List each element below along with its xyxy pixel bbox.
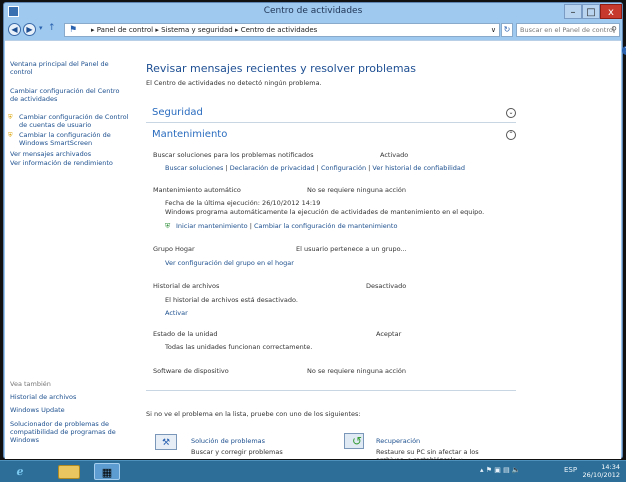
page-title: Revisar mensajes recientes y resolver pr…	[146, 62, 417, 75]
search-icon[interactable]: ⚲	[611, 24, 617, 36]
file-explorer-icon[interactable]	[58, 465, 80, 479]
auto-maintenance-desc: Windows programa automáticamente la ejec…	[165, 208, 485, 216]
clock[interactable]: 14:34 26/10/2012	[583, 463, 620, 479]
content-area: Ventana principal del Panel de control C…	[5, 40, 626, 464]
control-panel-taskbar-icon[interactable]: ▦	[94, 463, 120, 480]
sidebar-item-performance-info[interactable]: Ver información de rendimiento	[10, 159, 122, 167]
recovery-icon[interactable]: ↺	[342, 431, 370, 453]
divider	[146, 390, 516, 391]
see-also-file-history[interactable]: Historial de archivos	[10, 393, 122, 401]
language-indicator[interactable]: ESP	[564, 466, 577, 474]
reliability-history-link[interactable]: Ver historial de confiabilidad	[372, 164, 465, 172]
maintenance-links: Iniciar mantenimiento | Cambiar la confi…	[176, 222, 397, 230]
expand-chevron-icon[interactable]: ⌄	[506, 108, 516, 118]
breadcrumb: ▸ Panel de control ▸ Sistema y seguridad…	[91, 24, 317, 36]
problems-status: Activado	[380, 151, 409, 159]
uac-shield-icon: ⛨	[8, 114, 13, 121]
sidebar-item-smartscreen[interactable]: Cambiar la configuración de Windows Smar…	[19, 131, 131, 147]
breadcrumb-control-panel[interactable]: Panel de control	[97, 26, 153, 34]
control-panel-icon: ⚑	[69, 25, 78, 35]
settings-link[interactable]: Configuración	[321, 164, 366, 172]
drive-status-label: Estado de la unidad	[153, 330, 218, 338]
breadcrumb-separator: ▸	[234, 26, 239, 34]
uac-shield-icon: ⛨	[8, 132, 13, 139]
search-input[interactable]: Buscar en el Panel de control ⚲	[516, 23, 620, 37]
breadcrumb-system-security[interactable]: Sistema y seguridad	[161, 26, 233, 34]
taskbar: ℯ ▦ ▴ ⚑ ▣ ▤ 🔈 ESP 14:34 26/10/2012	[0, 460, 626, 482]
uac-shield-icon: ⛨	[165, 222, 171, 230]
breadcrumb-separator: ▸	[91, 26, 95, 34]
problems-label: Buscar soluciones para los problemas not…	[153, 151, 314, 159]
system-tray-icons[interactable]: ▴ ⚑ ▣ ▤ 🔈	[480, 466, 521, 474]
auto-maintenance-label: Mantenimiento automático	[153, 186, 241, 194]
sidebar-item-uac-settings[interactable]: Cambiar configuración de Control de cuen…	[19, 113, 131, 129]
see-also-windows-update[interactable]: Windows Update	[10, 406, 122, 414]
address-bar: ◀ ▶ ▾ ↑ ⚑ ▸ Panel de control ▸ Sistema y…	[4, 21, 622, 39]
file-history-desc: El historial de archivos está desactivad…	[165, 296, 298, 304]
divider	[146, 122, 516, 123]
title-bar[interactable]: Centro de actividades – □ x	[4, 3, 622, 21]
see-also-heading: Vea también	[10, 380, 51, 388]
link-separator: |	[368, 164, 371, 172]
section-maintenance[interactable]: Mantenimiento	[152, 129, 227, 140]
main-panel: ? Revisar mensajes recientes y resolver …	[136, 41, 626, 464]
sidebar: Ventana principal del Panel de control C…	[5, 41, 135, 459]
homegroup-label: Grupo Hogar	[153, 245, 195, 253]
sidebar-item-archived-messages[interactable]: Ver mensajes archivados	[10, 150, 122, 158]
maximize-button[interactable]: □	[582, 4, 600, 19]
address-field[interactable]: ⚑ ▸ Panel de control ▸ Sistema y segurid…	[64, 23, 500, 37]
auto-maintenance-status: No se requiere ninguna acción	[307, 186, 407, 194]
link-separator: |	[316, 164, 319, 172]
footer-text: Si no ve el problema en la lista, pruebe…	[146, 410, 361, 418]
troubleshoot-desc: Buscar y corregir problemas	[191, 448, 283, 456]
sidebar-home-link[interactable]: Ventana principal del Panel de control	[10, 60, 122, 76]
start-maintenance-link[interactable]: Iniciar mantenimiento	[176, 222, 248, 230]
see-also-compat-troubleshooter[interactable]: Solucionador de problemas de compatibili…	[10, 420, 130, 444]
file-history-status: Desactivado	[366, 282, 407, 290]
troubleshoot-icon[interactable]: ⚒	[153, 431, 181, 453]
recovery-link[interactable]: Recuperación	[376, 437, 420, 445]
recent-pages-icon[interactable]: ▾	[39, 24, 43, 32]
troubleshoot-link[interactable]: Solución de problemas	[191, 437, 265, 445]
recovery-desc: Restaure su PC sin afectar a los	[376, 448, 479, 456]
breadcrumb-action-center[interactable]: Centro de actividades	[241, 26, 318, 34]
back-button[interactable]: ◀	[8, 23, 21, 36]
homegroup-settings-link[interactable]: Ver configuración del grupo en el hogar	[165, 259, 294, 267]
device-software-status: No se requiere ninguna acción	[307, 367, 407, 375]
window-title: Centro de actividades	[263, 6, 363, 16]
device-software-label: Software de dispositivo	[153, 367, 229, 375]
up-arrow-icon[interactable]: ↑	[48, 23, 56, 33]
last-run-date: Fecha de la última ejecución: 26/10/2012…	[165, 199, 321, 207]
page-subtitle: El Centro de actividades no detectó ning…	[146, 79, 322, 87]
collapse-chevron-icon[interactable]: ⌃	[506, 130, 516, 140]
problem-links: Buscar soluciones | Declaración de priva…	[165, 164, 465, 172]
clock-time: 14:34	[601, 463, 620, 471]
clock-date: 26/10/2012	[582, 471, 620, 479]
link-separator: |	[225, 164, 228, 172]
breadcrumb-separator: ▸	[155, 26, 159, 34]
homegroup-status: El usuario pertenece a un grupo...	[296, 245, 407, 253]
privacy-statement-link[interactable]: Declaración de privacidad	[230, 164, 315, 172]
refresh-button[interactable]: ↻	[501, 23, 513, 37]
drive-status-desc: Todas las unidades funcionan correctamen…	[165, 343, 313, 351]
help-icon[interactable]: ?	[622, 46, 626, 55]
sidebar-item-action-center-settings[interactable]: Cambiar configuración del Centro de acti…	[10, 87, 122, 103]
window: Centro de actividades – □ x ◀ ▶ ▾ ↑ ⚑ ▸ …	[3, 2, 626, 464]
forward-button[interactable]: ▶	[23, 23, 36, 36]
activate-file-history-link[interactable]: Activar	[165, 309, 188, 317]
find-solutions-link[interactable]: Buscar soluciones	[165, 164, 223, 172]
section-security[interactable]: Seguridad	[152, 107, 203, 118]
minimize-button[interactable]: –	[564, 4, 582, 19]
close-button[interactable]: x	[600, 4, 622, 19]
file-history-label: Historial de archivos	[153, 282, 220, 290]
link-separator: |	[249, 222, 252, 230]
change-maintenance-settings-link[interactable]: Cambiar la configuración de mantenimient…	[254, 222, 397, 230]
search-placeholder: Buscar en el Panel de control	[520, 26, 615, 34]
internet-explorer-icon[interactable]: ℯ	[8, 463, 32, 480]
drive-status-value: Aceptar	[376, 330, 402, 338]
address-dropdown-icon[interactable]: ∨	[491, 24, 496, 36]
